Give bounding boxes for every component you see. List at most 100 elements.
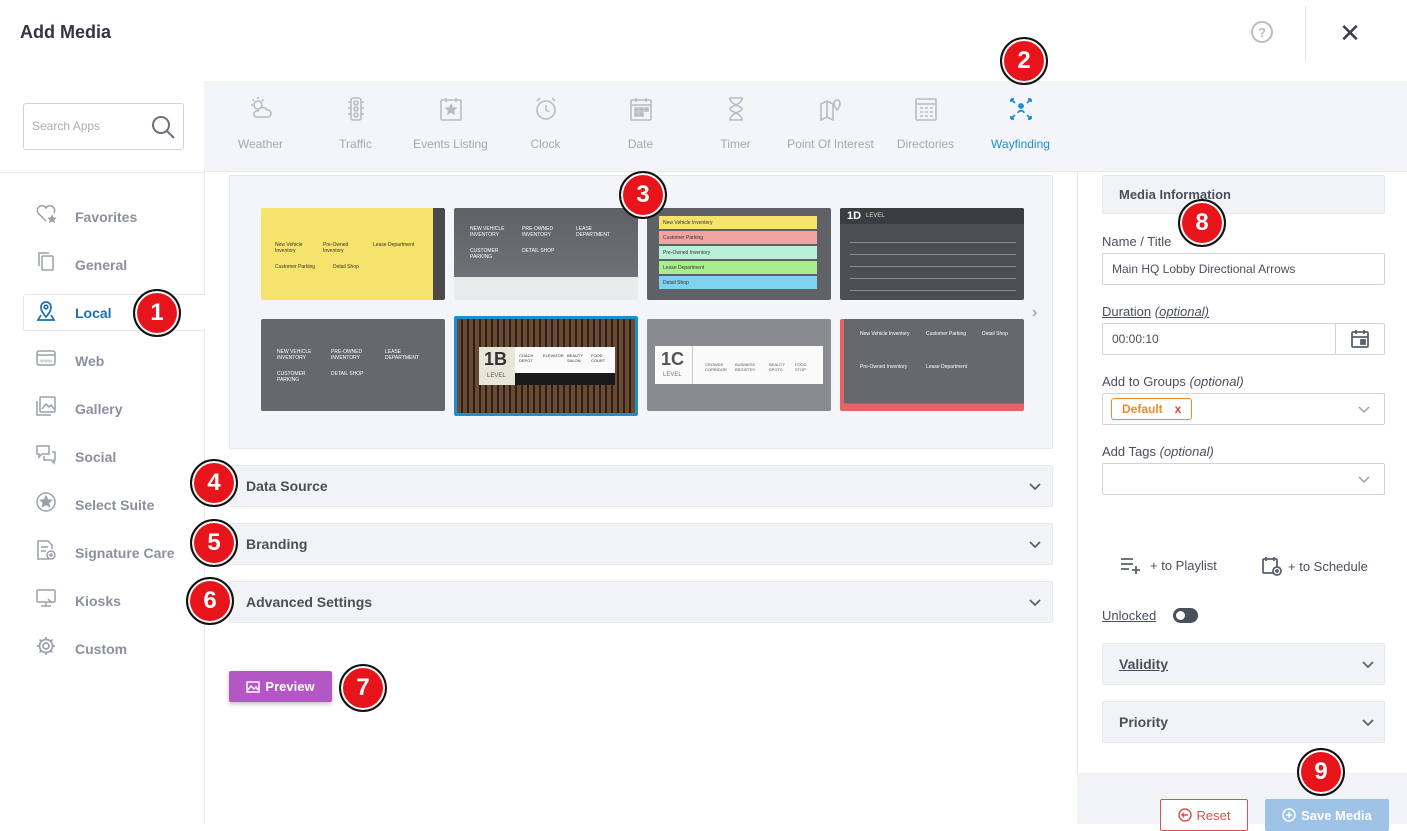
thumb-text: Detail Shop xyxy=(333,264,359,270)
thumb-text: NEW VEHICLE INVENTORY xyxy=(470,226,505,238)
duration-divider xyxy=(1335,323,1336,355)
thumb-text: CROWDS CORRIDOR xyxy=(705,362,727,372)
sidebar-item-gallery[interactable]: Gallery xyxy=(0,390,204,426)
sidebar-item-signature-care[interactable]: Signature Care xyxy=(0,534,204,570)
template-thumbnail[interactable]: 1C LEVEL CROWDS CORRIDOR BUSINESS REGIST… xyxy=(647,319,831,411)
app-label: Timer xyxy=(720,137,751,151)
sidebar-item-web[interactable]: www Web xyxy=(0,342,204,378)
wayfinding-icon xyxy=(1010,98,1032,120)
gear-icon xyxy=(37,637,55,655)
duration-field[interactable]: 00:00:10 xyxy=(1102,323,1385,355)
alarm-clock-icon xyxy=(536,97,556,120)
thumb-text: New Vehicle Inventory xyxy=(860,331,910,337)
help-icon[interactable]: ? xyxy=(1251,21,1273,43)
accordion-data-source[interactable] xyxy=(229,465,1053,507)
thumb-text: FOOD STOP xyxy=(795,362,807,372)
thumb-text: Pre-Owned Inventory xyxy=(323,242,349,254)
weather-icon xyxy=(251,97,272,118)
template-thumbnail-selected[interactable]: 1B LEVEL COACH DEPOT ELEVATOR BEAUTY SAL… xyxy=(454,316,638,416)
app-date[interactable]: Date xyxy=(593,81,688,172)
sidebar-item-label: General xyxy=(75,257,128,273)
preview-button[interactable]: Preview xyxy=(229,671,332,702)
chevron-down-icon[interactable] xyxy=(1357,402,1371,416)
duration-value: 00:00:10 xyxy=(1112,332,1159,346)
sidebar-item-social[interactable]: Social xyxy=(0,438,204,474)
sidebar-item-general[interactable]: General xyxy=(0,246,204,282)
dialog-title: Add Media xyxy=(20,22,112,42)
app-clock[interactable]: Clock xyxy=(498,81,593,172)
chevron-down-icon[interactable] xyxy=(1027,536,1043,552)
sidebar-item-kiosks[interactable]: Kiosks xyxy=(0,582,204,618)
template-thumbnail[interactable]: New Vehicle Inventory Customer Parking D… xyxy=(840,319,1024,411)
chevron-down-icon[interactable] xyxy=(1360,656,1376,672)
add-to-schedule-button[interactable]: + to Schedule xyxy=(1262,556,1368,576)
thumb-text: 1B xyxy=(484,349,508,369)
app-label: Events Listing xyxy=(413,137,488,151)
template-thumbnail[interactable]: New Vehicle Inventory Customer Parking P… xyxy=(647,208,831,300)
thumb-text: CUSTOMER PARKING xyxy=(277,371,306,383)
thumb-text: Lease Department xyxy=(373,242,415,248)
app-events-listing[interactable]: Events Listing xyxy=(403,81,498,172)
template-thumbnail[interactable]: New Vehicle Inventory Pre-Owned Inventor… xyxy=(261,208,445,300)
search-icon[interactable] xyxy=(150,114,176,140)
directory-icon xyxy=(915,98,937,121)
thumb-text: LEASE DEPARTMENT xyxy=(576,226,610,238)
app-wayfinding[interactable]: Wayfinding xyxy=(973,81,1068,172)
sidebar-item-select-suite[interactable]: Select Suite xyxy=(0,486,204,522)
close-icon[interactable]: ✕ xyxy=(1337,20,1363,46)
add-to-playlist-label: + to Playlist xyxy=(1150,557,1217,573)
callout-badge: 7 xyxy=(339,664,387,712)
save-media-button[interactable]: Save Media xyxy=(1265,799,1389,831)
copy-icon xyxy=(38,252,54,271)
accordion-branding[interactable] xyxy=(229,523,1053,565)
chevron-right-icon[interactable]: › xyxy=(1032,304,1037,322)
template-thumbnail[interactable]: NEW VEHICLE INVENTORY PRE-OWNED INVENTOR… xyxy=(261,319,445,411)
app-timer[interactable]: Timer xyxy=(688,81,783,172)
app-label: Traffic xyxy=(339,137,372,151)
gallery-icon xyxy=(36,396,56,416)
app-weather[interactable]: Weather xyxy=(213,81,308,172)
template-thumbnail[interactable]: 1D LEVEL xyxy=(840,208,1024,300)
template-thumbnail[interactable]: NEW VEHICLE INVENTORY PRE-OWNED INVENTOR… xyxy=(454,208,638,300)
app-label: Point Of Interest xyxy=(787,137,874,151)
thumb-text: ELEVATOR xyxy=(543,353,564,358)
sidebar-item-label: Custom xyxy=(75,641,128,657)
chevron-down-icon[interactable] xyxy=(1027,478,1043,494)
calendar-icon[interactable] xyxy=(1350,328,1370,349)
callout-badge: 2 xyxy=(1000,37,1048,85)
sidebar-item-label: Gallery xyxy=(75,401,123,417)
accordion-label: Advanced Settings xyxy=(246,594,373,610)
thumb-text: COACH DEPOT xyxy=(519,353,534,363)
thumb-text: LEVEL xyxy=(866,213,885,219)
sidebar-item-favorites[interactable]: Favorites xyxy=(0,198,204,234)
sidebar-item-label: Signature Care xyxy=(75,545,175,561)
reset-button[interactable]: Reset xyxy=(1160,799,1248,831)
thumb-text: Lease Department xyxy=(659,261,817,274)
priority-label: Priority xyxy=(1119,714,1169,730)
chevron-down-icon[interactable] xyxy=(1360,714,1376,730)
add-to-playlist-button[interactable]: + to Playlist xyxy=(1120,556,1217,574)
group-tag[interactable]: Default x xyxy=(1111,398,1193,420)
app-point-of-interest[interactable]: Point Of Interest xyxy=(783,81,878,172)
callout-badge: 8 xyxy=(1178,199,1226,247)
tags-select[interactable] xyxy=(1102,463,1385,495)
thumb-text: NEW VEHICLE INVENTORY xyxy=(277,349,312,361)
chevron-down-icon[interactable] xyxy=(1357,472,1371,486)
svg-text:www: www xyxy=(40,359,52,365)
remove-tag-icon[interactable]: x xyxy=(1175,402,1182,416)
lock-toggle[interactable] xyxy=(1173,608,1198,623)
www-icon: www xyxy=(36,350,56,366)
thumb-text: Customer Parking xyxy=(659,231,817,244)
calendar-icon xyxy=(630,98,652,121)
callout-badge: 3 xyxy=(619,171,667,219)
app-traffic[interactable]: Traffic xyxy=(308,81,403,172)
reset-icon xyxy=(1177,808,1192,822)
thumb-text: LEVEL xyxy=(663,372,682,378)
app-label: Clock xyxy=(530,137,561,151)
callout-badge: 5 xyxy=(190,519,238,567)
search-placeholder: Search Apps xyxy=(32,119,101,133)
chevron-down-icon[interactable] xyxy=(1027,594,1043,610)
sidebar-item-custom[interactable]: Custom xyxy=(0,630,204,666)
app-directories[interactable]: Directories xyxy=(878,81,973,172)
name-field[interactable]: Main HQ Lobby Directional Arrows xyxy=(1102,253,1385,285)
